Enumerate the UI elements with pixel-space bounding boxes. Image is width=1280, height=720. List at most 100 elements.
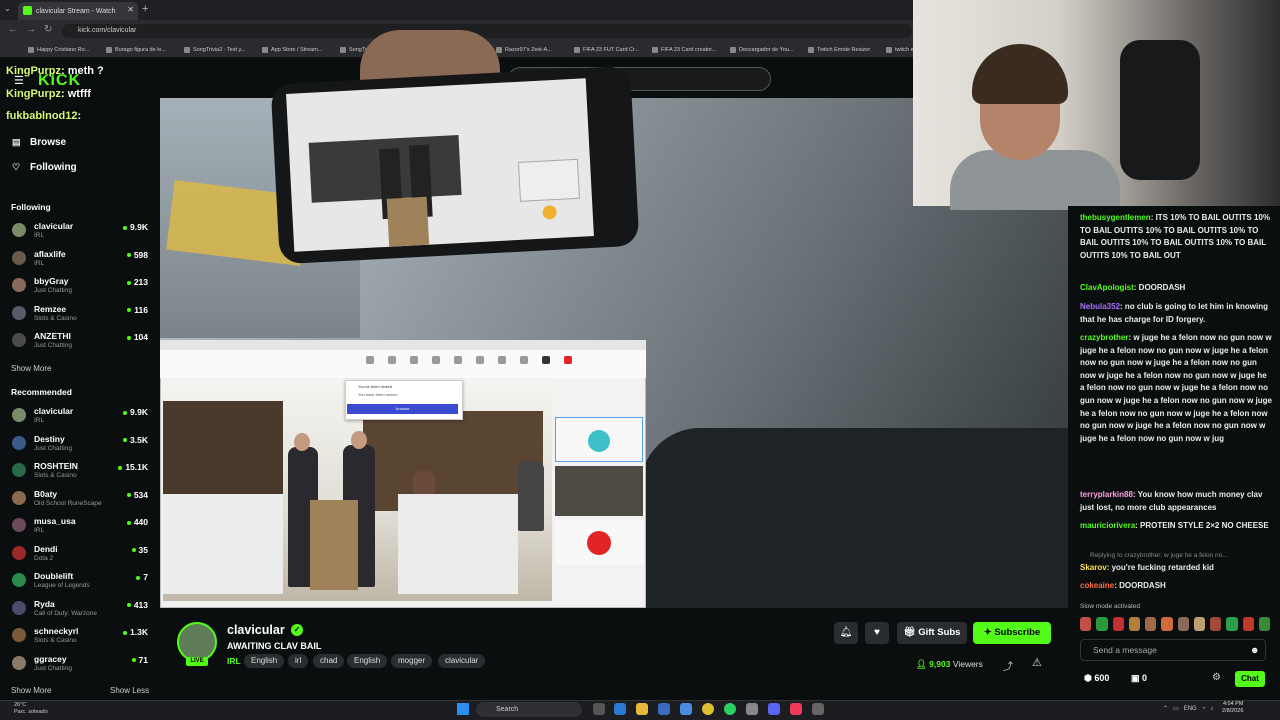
chat-username[interactable]: cokeaine	[1080, 581, 1114, 590]
close-tab-icon[interactable]: ✕	[127, 5, 134, 14]
tab-search-icon[interactable]: ⌄	[4, 4, 11, 13]
system-tray[interactable]: ⌃ ▭ ENG ◔ ♪	[1163, 705, 1213, 712]
sidebar-channel-remzee[interactable]: Remzee Slots & Casino 116	[12, 302, 152, 326]
new-tab-icon[interactable]: +	[142, 3, 148, 15]
weather-widget[interactable]: 26°C Parc. soleado	[14, 702, 48, 716]
chat-username[interactable]: Skarov	[1080, 563, 1107, 572]
reload-icon[interactable]: ↻	[44, 24, 52, 35]
show-less-button[interactable]: Show Less	[110, 686, 149, 695]
chat-message[interactable]: crazybrother: w juge he a felon now no g…	[1080, 332, 1272, 445]
edge-icon[interactable]	[614, 703, 626, 715]
chat-send-button[interactable]: Chat	[1235, 671, 1265, 687]
music-icon[interactable]	[790, 703, 802, 715]
emote-icon[interactable]	[1242, 617, 1254, 631]
bookmark-item[interactable]: Twitch Emote Resizer	[808, 46, 886, 53]
chat-message[interactable]: mauriciorivera: PROTEIN STYLE 2×2 NO CHE…	[1080, 520, 1272, 533]
sidebar-channel-musa_usa[interactable]: musa_usa IRL 440	[12, 514, 152, 538]
taskbar-search[interactable]: Search	[476, 702, 582, 717]
chat-username[interactable]: terryplarkin88	[1080, 490, 1133, 499]
emote-icon[interactable]	[1096, 617, 1108, 631]
sidebar-channel-anzethi[interactable]: ANZETHI Just Chatting 104	[12, 329, 152, 353]
app-icon[interactable]	[812, 703, 824, 715]
notification-bell-icon[interactable]: 🔔︎	[834, 622, 858, 644]
store-icon[interactable]	[658, 703, 670, 715]
url-field[interactable]: kick.com/clavicular	[62, 24, 912, 38]
channel-name[interactable]: clavicular	[227, 623, 285, 637]
emote-icon[interactable]	[1145, 617, 1157, 631]
emote-icon[interactable]	[1080, 617, 1092, 631]
chat-message[interactable]: terryplarkin88: You know how much money …	[1080, 489, 1272, 514]
stream-tag[interactable]: mogger	[391, 654, 433, 668]
chat-message[interactable]: cokeaine: DOORDASH	[1080, 580, 1272, 593]
chrome-icon[interactable]	[702, 703, 714, 715]
emote-icon[interactable]	[1161, 617, 1173, 631]
show-more-following[interactable]: Show More	[11, 364, 51, 373]
sidebar-channel-ryda[interactable]: Ryda Call of Duty: Warzone 413	[12, 597, 152, 621]
chat-message[interactable]: Skarov: you're fucking retarded kid	[1080, 562, 1272, 575]
app-icon[interactable]	[746, 703, 758, 715]
emote-icon[interactable]	[1258, 617, 1270, 631]
forward-icon[interactable]: →	[26, 24, 36, 35]
subscribe-button[interactable]: ✦ Subscribe	[973, 622, 1051, 644]
bookmark-item[interactable]: FIFA 23 Card creator...	[652, 46, 730, 53]
emote-icon[interactable]	[1226, 617, 1238, 631]
emote-icon[interactable]	[1193, 617, 1205, 631]
sidebar-channel-aflaxlife[interactable]: aflaxlife IRL 598	[12, 247, 152, 271]
sidebar-channel-roshtein[interactable]: ROSHTEIN Slots & Casino 15.1K	[12, 459, 152, 483]
channel-avatar[interactable]	[177, 622, 217, 662]
sidebar-channel-clavicular[interactable]: clavicular IRL 9.9K	[12, 219, 152, 243]
show-more-recommended[interactable]: Show More	[11, 686, 51, 695]
bookmark-item[interactable]: FIFA 23 FUT Card Cr...	[574, 46, 652, 53]
sidebar-browse[interactable]: ▤ Browse	[12, 137, 66, 148]
gear-icon[interactable]: ⚙	[1212, 672, 1221, 683]
file-explorer-icon[interactable]	[636, 703, 648, 715]
channel-points[interactable]: ⬢ 600	[1084, 673, 1109, 684]
chat-username[interactable]: ClavApologist	[1080, 283, 1134, 292]
stream-tag[interactable]: clavicular	[438, 654, 486, 668]
sidebar-channel-ggracey[interactable]: ggracey Just Chatting 71	[12, 652, 152, 676]
chat-message[interactable]: thebusygentlemen: ITS 10% TO BAIL OUTITS…	[1080, 212, 1272, 262]
sidebar-channel-schneckyrl[interactable]: schneckyrl Slots & Casino 1.3K	[12, 624, 152, 648]
emote-icon[interactable]	[1112, 617, 1124, 631]
report-icon[interactable]: ⚠	[1032, 656, 1042, 669]
stream-tag[interactable]: English	[347, 654, 388, 668]
sidebar-channel-destiny[interactable]: Destiny Just Chatting 3.5K	[12, 432, 152, 456]
stream-tag[interactable]: irl	[288, 654, 309, 668]
chat-message[interactable]: ClavApologist: DOORDASH	[1080, 282, 1272, 295]
task-view-icon[interactable]	[593, 703, 605, 715]
sidebar-channel-bbygray[interactable]: bbyGray Just Chatting 213	[12, 274, 152, 298]
bookmark-item[interactable]: Burago figura de lo...	[106, 46, 184, 53]
chat-badge-count[interactable]: ▣ 0	[1131, 673, 1147, 684]
chat-username[interactable]: mauriciorivera	[1080, 521, 1135, 530]
browser-tab[interactable]: clavicular Stream - Watch ✕	[18, 2, 138, 20]
stream-tag[interactable]: chad	[313, 654, 345, 668]
chat-username[interactable]: crazybrother	[1080, 333, 1128, 342]
chat-message-input[interactable]: Send a message	[1080, 639, 1266, 661]
taskbar-clock[interactable]: 4:04 PM 2/8/2026	[1222, 701, 1243, 715]
follow-heart-icon[interactable]: ♥	[865, 622, 889, 644]
sidebar-channel-clavicular[interactable]: clavicular IRL 9.9K	[12, 404, 152, 428]
chat-message[interactable]: Nebula352: no club is going to let him i…	[1080, 301, 1272, 326]
bookmark-item[interactable]: Happy Cristiano Ro...	[28, 46, 106, 53]
gift-subs-button[interactable]: 🎁︎ Gift Subs	[897, 622, 967, 644]
chat-username[interactable]: thebusygentlemen	[1080, 213, 1151, 222]
emoji-icon[interactable]: ☻	[1250, 645, 1259, 655]
sidebar-following[interactable]: ♡ Following	[12, 162, 77, 173]
share-icon[interactable]: ⤴	[1003, 658, 1013, 673]
sidebar-channel-doublelift[interactable]: Doublelift League of Legends 7	[12, 569, 152, 593]
chat-username[interactable]: Nebula352	[1080, 302, 1120, 311]
bookmark-item[interactable]: SongTrivia2 - Test y...	[184, 46, 262, 53]
windows-start-icon[interactable]	[457, 703, 469, 715]
stream-category[interactable]: IRL	[227, 656, 241, 666]
mail-icon[interactable]	[680, 703, 692, 715]
bookmark-item[interactable]: App Store / Stream...	[262, 46, 340, 53]
stream-tag[interactable]: English	[244, 654, 285, 668]
discord-icon[interactable]	[768, 703, 780, 715]
emote-icon[interactable]	[1128, 617, 1140, 631]
sidebar-channel-dendi[interactable]: Dendi Dota 2 35	[12, 542, 152, 566]
emote-icon[interactable]	[1177, 617, 1189, 631]
unmute-button[interactable]: Unmute	[347, 404, 458, 414]
bookmark-item[interactable]: Razor97's Zest-A...	[496, 46, 574, 53]
spotify-icon[interactable]	[724, 703, 736, 715]
bookmark-item[interactable]: Descargador de You...	[730, 46, 808, 53]
